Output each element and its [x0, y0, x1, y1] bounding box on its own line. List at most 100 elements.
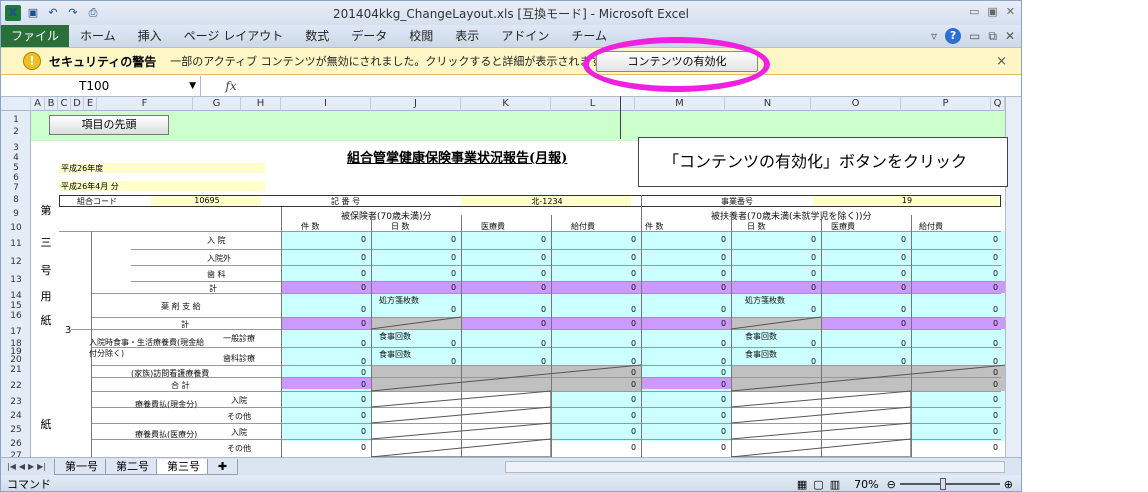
ribbon-collapse-icon[interactable]: ▿ [931, 29, 937, 43]
doc-close-icon[interactable]: ✕ [1005, 29, 1015, 43]
row-header[interactable]: 1 [1, 115, 31, 125]
tab-data[interactable]: データ [340, 25, 398, 47]
tab-file[interactable]: ファイル [1, 25, 70, 47]
security-warning-bar: ! セキュリティの警告 一部のアクティブ コンテンツが無効にされました。クリック… [1, 47, 1021, 75]
tab-home[interactable]: ホーム [69, 25, 127, 47]
close-icon[interactable]: ✕ [1006, 5, 1015, 18]
row-header[interactable]: 5 [1, 163, 31, 173]
doc-restore-icon[interactable]: ⧉ [988, 29, 997, 44]
highlight-ellipse [583, 37, 770, 92]
close-icon[interactable]: × [996, 54, 1007, 69]
sheet-tab-bar: |◀ ◀ ▶ ▶| 第一号 第二号 第三号 ✚ [1, 457, 1021, 475]
row-header[interactable]: 4 [1, 153, 31, 163]
row-header[interactable]: 3 [1, 143, 31, 153]
row-header[interactable]: 20 [1, 355, 31, 365]
restore-icon[interactable]: ▣ [987, 5, 997, 18]
save-icon[interactable]: ▣ [25, 5, 41, 21]
doc-minimize-icon[interactable]: ▭ [969, 29, 980, 43]
undo-icon[interactable]: ↶ [45, 5, 61, 21]
row-header[interactable]: 2 [1, 127, 31, 137]
row-header[interactable]: 12 [1, 257, 31, 267]
select-all-corner[interactable] [1, 97, 31, 111]
column-header[interactable]: I [281, 97, 371, 111]
zoom-out-icon[interactable]: ⊖ [887, 478, 896, 491]
tab-sheet-3[interactable]: 第三号 [156, 458, 212, 475]
zoom-in-icon[interactable]: ⊕ [1004, 478, 1013, 491]
column-header[interactable]: Q [991, 97, 1005, 111]
column-header[interactable]: O [811, 97, 901, 111]
page-layout-view-icon[interactable]: ▢ [813, 478, 823, 491]
help-icon[interactable]: ? [945, 28, 962, 44]
minimize-icon[interactable]: ▭ [969, 5, 979, 18]
last-sheet-icon[interactable]: ▶| [37, 462, 46, 471]
chevron-down-icon[interactable]: ▼ [189, 76, 196, 96]
column-header[interactable]: D [71, 97, 84, 111]
row-header[interactable]: 7 [1, 183, 31, 193]
sheet-nav: |◀ ◀ ▶ ▶| [1, 462, 52, 471]
window-controls: ▭ ▣ ✕ [969, 5, 1015, 18]
row-header[interactable]: 17 [1, 327, 31, 337]
tab-insert[interactable]: 挿入 [127, 25, 173, 47]
horizontal-scrollbar[interactable] [505, 460, 1005, 473]
column-header[interactable]: J [371, 97, 461, 111]
column-header[interactable]: H [241, 97, 281, 111]
tab-view[interactable]: 表示 [444, 25, 490, 47]
column-header[interactable]: K [461, 97, 551, 111]
row-header[interactable]: 11 [1, 239, 31, 249]
row-header[interactable]: 25 [1, 425, 31, 435]
row-header[interactable]: 24 [1, 411, 31, 421]
tab-formulas[interactable]: 数式 [294, 25, 340, 47]
column-header[interactable]: N [725, 97, 811, 111]
zoom-level[interactable]: 70% [854, 478, 878, 491]
row-header[interactable]: 10 [1, 223, 31, 233]
row-header[interactable]: 22 [1, 381, 31, 391]
column-header[interactable]: B [45, 97, 58, 111]
tab-addins[interactable]: アドイン [490, 25, 560, 47]
column-header[interactable]: L [551, 97, 635, 111]
normal-view-icon[interactable]: ▦ [797, 478, 807, 491]
tab-team[interactable]: チーム [560, 25, 618, 47]
zoom-slider[interactable] [899, 478, 1000, 490]
first-sheet-icon[interactable]: |◀ [7, 462, 16, 471]
row-header[interactable]: 14 [1, 291, 31, 301]
window-title: 201404kkg_ChangeLayout.xls [互換モード] - Mic… [333, 6, 689, 21]
column-header[interactable]: E [84, 97, 97, 111]
name-box[interactable]: T100 ▼ [1, 75, 201, 96]
row-header[interactable]: 6 [1, 173, 31, 183]
tab-sheet-2[interactable]: 第二号 [105, 458, 161, 475]
formula-bar: T100 ▼ fx [1, 75, 1021, 97]
row-header[interactable]: 16 [1, 311, 31, 321]
column-header[interactable]: C [58, 97, 71, 111]
next-sheet-icon[interactable]: ▶ [28, 462, 34, 471]
excel-window: X ▣ ↶ ↷ ⎙ 201404kkg_ChangeLayout.xls [互換… [0, 0, 1022, 492]
insert-sheet-icon[interactable]: ✚ [207, 458, 239, 475]
redo-icon[interactable]: ↷ [65, 5, 81, 21]
row-header[interactable]: 15 [1, 301, 31, 311]
page-break-view-icon[interactable]: ▥ [830, 478, 840, 491]
row-header[interactable]: 21 [1, 365, 31, 375]
column-header[interactable]: P [901, 97, 991, 111]
row-header[interactable]: 13 [1, 275, 31, 285]
callout-leader-line [620, 96, 621, 139]
prev-sheet-icon[interactable]: ◀ [19, 462, 25, 471]
column-header[interactable]: M [635, 97, 725, 111]
row-header[interactable]: 26 [1, 439, 31, 449]
instruction-callout: 「コンテンツの有効化」ボタンをクリック [638, 137, 1008, 187]
column-header[interactable]: F [97, 97, 193, 111]
row-header[interactable]: 8 [1, 195, 31, 205]
column-header[interactable]: A [31, 97, 45, 111]
excel-app-icon[interactable]: X [5, 5, 21, 21]
insert-function-icon[interactable]: fx [201, 79, 261, 93]
status-bar: コマンド ▦ ▢ ▥ 70% ⊖ ⊕ [1, 475, 1021, 491]
print-preview-icon[interactable]: ⎙ [85, 5, 101, 21]
ribbon-tabs: ファイル ホーム 挿入 ページ レイアウト 数式 データ 校閲 表示 アドイン … [1, 25, 1021, 47]
row-header[interactable]: 9 [1, 209, 31, 219]
column-header[interactable]: G [193, 97, 241, 111]
tab-sheet-1[interactable]: 第一号 [54, 458, 110, 475]
row-header[interactable]: 23 [1, 397, 31, 407]
security-warning-title: セキュリティの警告 [49, 54, 157, 69]
tab-page-layout[interactable]: ページ レイアウト [173, 25, 295, 47]
security-warning-message[interactable]: 一部のアクティブ コンテンツが無効にされました。クリックすると詳細が表示されます… [170, 53, 611, 69]
title-bar: X ▣ ↶ ↷ ⎙ 201404kkg_ChangeLayout.xls [互換… [1, 1, 1021, 25]
tab-review[interactable]: 校閲 [398, 25, 444, 47]
